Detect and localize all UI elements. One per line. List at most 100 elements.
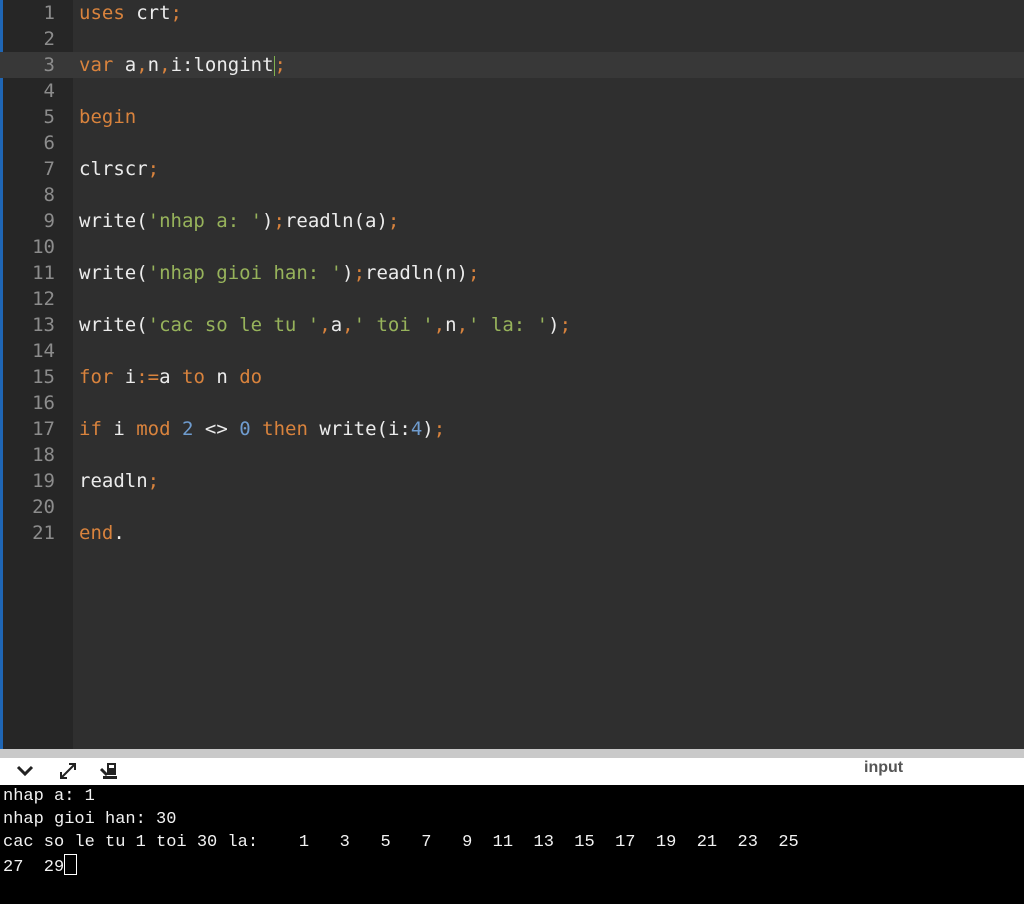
code-token: do bbox=[239, 366, 263, 388]
line-number: 2 bbox=[43, 28, 55, 50]
code-line[interactable]: 20 bbox=[0, 494, 1024, 520]
line-number: 8 bbox=[43, 184, 55, 206]
line-number: 6 bbox=[43, 132, 55, 154]
code-text: end. bbox=[79, 520, 125, 546]
code-token: 'nhap gioi han: ' bbox=[147, 262, 343, 284]
code-token: crt bbox=[124, 2, 171, 24]
code-token: write( bbox=[79, 262, 148, 284]
code-token: ' la: ' bbox=[468, 314, 549, 336]
code-token: ; bbox=[559, 314, 572, 336]
output-console[interactable]: nhap a: 1 nhap gioi han: 30 cac so le tu… bbox=[0, 785, 1024, 904]
code-line[interactable]: 7 clrscr; bbox=[0, 156, 1024, 182]
code-line[interactable]: 12 bbox=[0, 286, 1024, 312]
line-number: 11 bbox=[32, 262, 55, 284]
console-line-last: 27 29 bbox=[0, 854, 1024, 879]
code-token: , bbox=[342, 314, 354, 336]
code-token: readln(n) bbox=[365, 262, 468, 284]
code-token: if bbox=[79, 418, 102, 440]
code-token: i bbox=[101, 418, 137, 440]
code-token: clrscr bbox=[79, 158, 148, 180]
code-text: clrscr; bbox=[79, 156, 159, 182]
code-text: begin bbox=[79, 104, 136, 130]
code-token: ) bbox=[342, 262, 354, 284]
console-line-text: 27 29 bbox=[3, 858, 65, 877]
code-token: ; bbox=[387, 210, 400, 232]
code-token: var bbox=[79, 54, 114, 76]
line-number: 18 bbox=[32, 444, 55, 466]
code-token: write( bbox=[79, 210, 148, 232]
line-number: 1 bbox=[43, 2, 55, 24]
code-token: n bbox=[147, 54, 160, 76]
code-line[interactable]: 13 write('cac so le tu ',a,' toi ',n,' la… bbox=[0, 312, 1024, 338]
code-text: write('nhap gioi han: ');readln(n); bbox=[79, 260, 479, 286]
code-token: ) bbox=[422, 418, 434, 440]
code-token: <> bbox=[193, 418, 240, 440]
code-text: readln; bbox=[79, 468, 159, 494]
code-token: i bbox=[113, 366, 137, 388]
code-token: , bbox=[319, 314, 331, 336]
code-token: readln bbox=[79, 470, 148, 492]
code-token: ; bbox=[147, 158, 160, 180]
console-toolbar: input bbox=[0, 758, 1024, 785]
line-number: 19 bbox=[32, 470, 55, 492]
code-line[interactable]: 11 write('nhap gioi han: ');readln(n); bbox=[0, 260, 1024, 286]
code-token: ; bbox=[353, 262, 366, 284]
code-token: . bbox=[113, 522, 125, 544]
line-number: 15 bbox=[32, 366, 55, 388]
panel-splitter[interactable] bbox=[0, 749, 1024, 758]
clear-console-icon[interactable] bbox=[96, 760, 122, 782]
code-line[interactable]: 5 begin bbox=[0, 104, 1024, 130]
code-line[interactable]: 8 bbox=[0, 182, 1024, 208]
code-line[interactable]: 18 bbox=[0, 442, 1024, 468]
code-text: write('nhap a: ');readln(a); bbox=[79, 208, 399, 234]
code-line[interactable]: 15 for i:=a to n do bbox=[0, 364, 1024, 390]
code-line[interactable]: 6 bbox=[0, 130, 1024, 156]
code-token: ) bbox=[548, 314, 560, 336]
code-line[interactable]: 21 end. bbox=[0, 520, 1024, 546]
code-editor[interactable]: 1 uses crt; 2 3 var a,n,i:longint; 4 5 begin 6 7 c… bbox=[0, 0, 1024, 749]
code-line[interactable]: 17 if i mod 2 <> 0 then write(i:4); bbox=[0, 416, 1024, 442]
code-token: i:longint bbox=[170, 54, 274, 76]
code-line[interactable]: 9 write('nhap a: ');readln(a); bbox=[0, 208, 1024, 234]
code-token: begin bbox=[79, 106, 137, 128]
code-token: 'cac so le tu ' bbox=[147, 314, 320, 336]
code-line[interactable]: 3 var a,n,i:longint; bbox=[0, 52, 1024, 78]
line-number: 12 bbox=[32, 288, 55, 310]
code-token: mod bbox=[136, 418, 171, 440]
code-token: 4 bbox=[410, 418, 423, 440]
code-token: for bbox=[79, 366, 114, 388]
code-token: then bbox=[262, 418, 308, 440]
code-line[interactable]: 19 readln; bbox=[0, 468, 1024, 494]
input-tab-label[interactable]: input bbox=[864, 759, 903, 777]
code-line[interactable]: 14 bbox=[0, 338, 1024, 364]
expand-icon[interactable] bbox=[55, 760, 81, 782]
code-token: a bbox=[159, 366, 182, 388]
code-text: var a,n,i:longint; bbox=[79, 52, 286, 78]
code-token: write(i: bbox=[307, 418, 411, 440]
console-line: cac so le tu 1 toi 30 la: 1 3 5 7 9 11 1… bbox=[3, 833, 799, 852]
code-token: to bbox=[182, 366, 205, 388]
console-line: nhap a: 1 bbox=[3, 787, 95, 806]
line-number: 3 bbox=[43, 54, 55, 76]
code-token: n bbox=[445, 314, 457, 336]
code-text: write('cac so le tu ',a,' toi ',n,' la: … bbox=[79, 312, 571, 338]
code-text: if i mod 2 <> 0 then write(i:4); bbox=[79, 416, 445, 442]
line-number: 20 bbox=[32, 496, 55, 518]
chevron-down-icon[interactable] bbox=[12, 760, 38, 782]
code-line[interactable]: 16 bbox=[0, 390, 1024, 416]
code-token: 2 bbox=[182, 418, 194, 440]
code-token: 0 bbox=[239, 418, 251, 440]
code-token: a bbox=[113, 54, 137, 76]
code-token: ; bbox=[170, 2, 182, 24]
code-line[interactable]: 4 bbox=[0, 78, 1024, 104]
code-text: for i:=a to n do bbox=[79, 364, 262, 390]
line-number: 13 bbox=[32, 314, 55, 336]
code-line[interactable]: 1 uses crt; bbox=[0, 0, 1024, 26]
code-line[interactable]: 2 bbox=[0, 26, 1024, 52]
code-line[interactable]: 10 bbox=[0, 234, 1024, 260]
line-number: 16 bbox=[32, 392, 55, 414]
code-token: a bbox=[330, 314, 343, 336]
console-line: nhap gioi han: 30 bbox=[3, 810, 177, 829]
code-token: readln(a) bbox=[284, 210, 388, 232]
